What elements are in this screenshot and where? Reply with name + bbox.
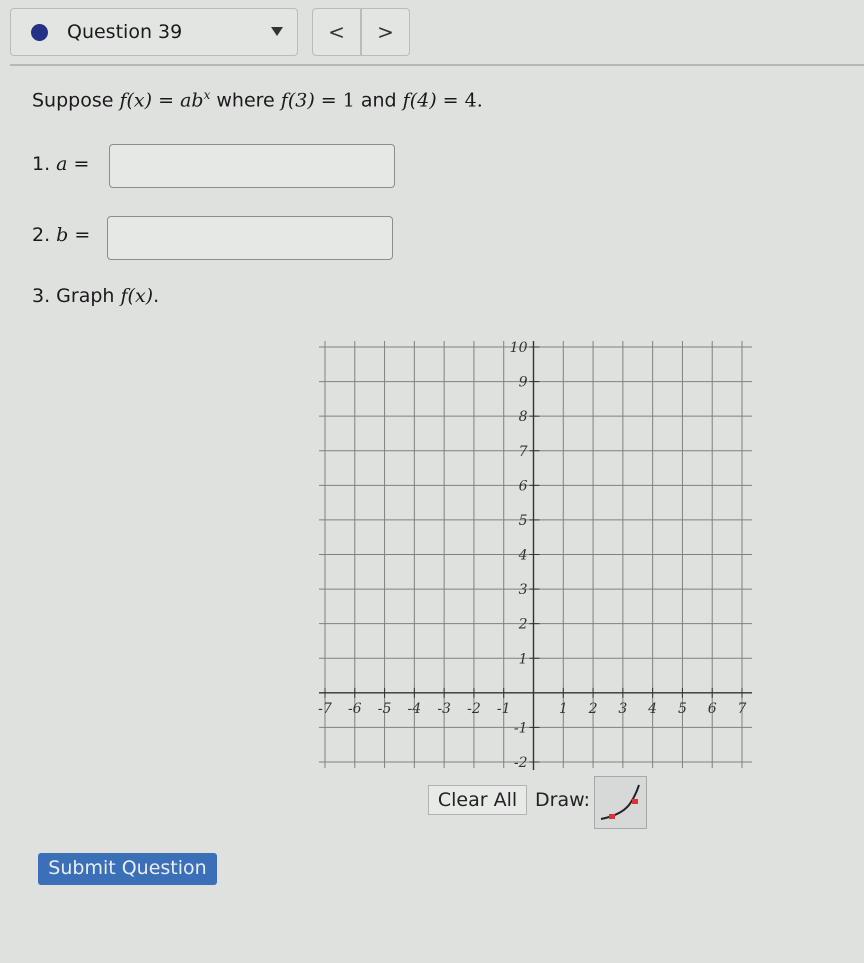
x-tick-label: -6 [348, 701, 362, 717]
math-f3: f(3) [280, 89, 315, 112]
question-navigation-bar: Question 39 < > [0, 0, 864, 70]
question-status-icon [31, 24, 48, 41]
math-eq-1: = 1 [314, 89, 355, 112]
header-divider [10, 64, 864, 66]
question-prefix: Suppose [32, 89, 120, 112]
part-3-label: 3. Graph f(x). [32, 285, 159, 307]
y-tick-label: 5 [519, 513, 528, 529]
y-tick-label: -1 [514, 720, 528, 736]
math-fx: f(x) [119, 89, 153, 112]
y-tick-label: 4 [518, 548, 528, 564]
question-text: Suppose f(x) = abx where f(3) = 1 and f(… [32, 88, 483, 111]
next-question-button[interactable]: > [360, 9, 409, 55]
x-tick-label: 2 [588, 701, 598, 717]
part-var: a [56, 153, 68, 175]
y-tick-label: 7 [519, 444, 528, 460]
curve-point-icon [609, 814, 615, 819]
math-eq-4: = 4. [436, 89, 483, 112]
math-ab: ab [180, 89, 204, 112]
clear-all-button[interactable]: Clear All [428, 785, 527, 815]
y-tick-label: 2 [518, 617, 528, 633]
y-tick-label: 8 [519, 409, 528, 425]
question-where: where [210, 89, 281, 112]
x-tick-label: -4 [408, 701, 422, 717]
x-tick-label: 1 [559, 701, 568, 717]
part-2-label: 2. b = [32, 224, 90, 246]
part-eq: = [67, 153, 90, 175]
question-and: and [354, 89, 403, 112]
y-tick-label: 3 [519, 582, 528, 598]
part-eq: . [153, 285, 160, 307]
question-selector-dropdown[interactable]: Question 39 [10, 8, 298, 56]
y-tick-label: -2 [514, 755, 528, 771]
y-tick-label: 6 [519, 478, 528, 494]
y-tick-label: 10 [510, 340, 528, 356]
x-tick-label: -1 [497, 701, 511, 717]
x-tick-label: 7 [738, 701, 747, 717]
part-number: 1. [32, 153, 57, 175]
part-var: b [56, 224, 69, 246]
part-number: 2. [32, 224, 57, 246]
x-tick-label: -5 [378, 701, 392, 717]
math-f4: f(4) [402, 89, 437, 112]
x-tick-label: -7 [318, 701, 332, 717]
answer-a-input[interactable] [109, 144, 395, 188]
draw-exponential-tool-button[interactable] [594, 776, 647, 829]
x-tick-label: 4 [647, 701, 657, 717]
submit-question-button[interactable]: Submit Question [38, 853, 217, 885]
part-1-label: 1. a = [32, 153, 89, 175]
curve-point-icon [632, 799, 638, 804]
part-eq: = [68, 224, 91, 246]
x-tick-label: -2 [467, 701, 481, 717]
graphing-canvas[interactable]: -7 -6 -5 -4 -3 -2 -1 1 2 3 4 5 6 7 -2 -1 1 2 3 4 5 6 7 8 9 10 [310, 330, 770, 780]
question-nav-group: < > [312, 8, 410, 56]
previous-question-button[interactable]: < [313, 9, 360, 55]
question-selector-label: Question 39 [67, 21, 183, 43]
x-tick-label: -3 [437, 701, 451, 717]
x-tick-label: 6 [708, 701, 717, 717]
x-tick-label: 5 [678, 701, 687, 717]
x-tick-label: 3 [618, 701, 627, 717]
part-number: 3. Graph [32, 285, 121, 307]
draw-label: Draw: [535, 789, 590, 811]
answer-b-input[interactable] [107, 216, 393, 260]
caret-down-icon [271, 27, 283, 36]
part-var: f(x) [120, 285, 154, 307]
y-tick-label: 9 [519, 375, 528, 391]
y-tick-label: 1 [519, 651, 528, 667]
exponential-curve-icon [600, 784, 640, 820]
math-eq: = [152, 89, 181, 112]
